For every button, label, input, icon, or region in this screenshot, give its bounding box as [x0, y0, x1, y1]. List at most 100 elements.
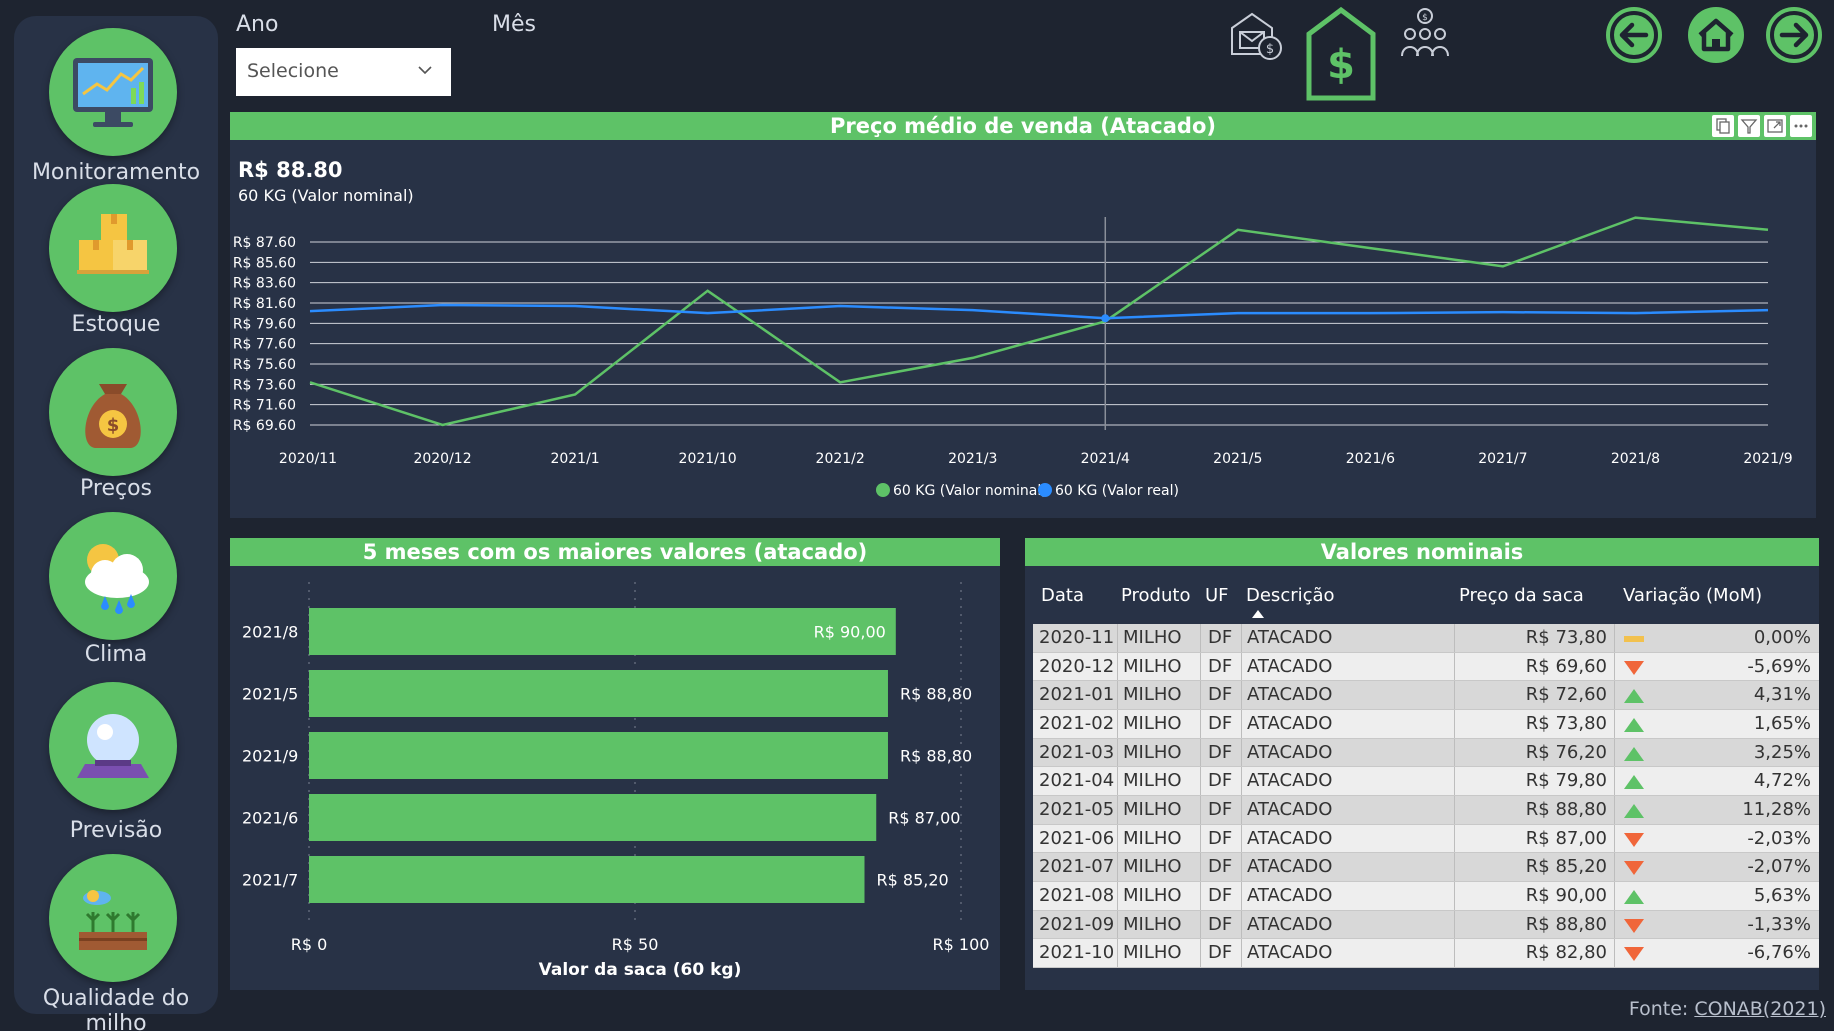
cell-preco: R$ 76,20: [1525, 741, 1607, 763]
cell-produto: MILHO: [1123, 942, 1182, 964]
ano-label: Ano: [236, 12, 279, 37]
column-separator: [1117, 652, 1118, 681]
column-separator: [1454, 795, 1455, 824]
table-row[interactable]: 2021-02 MILHO DF ATACADO R$ 73,80 1,65%: [1033, 709, 1819, 739]
table-row[interactable]: 2021-06 MILHO DF ATACADO R$ 87,00 -2,03%: [1033, 824, 1819, 854]
table-title: Valores nominais: [1025, 538, 1819, 566]
column-separator: [1614, 652, 1615, 681]
cell-uf: DF: [1208, 827, 1233, 849]
sidebar-item-label: Estoque: [71, 312, 161, 337]
column-separator: [1117, 910, 1118, 939]
column-separator: [1454, 939, 1455, 967]
trend-down-icon: [1624, 947, 1644, 962]
column-separator: [1241, 824, 1242, 853]
x-tick-label: 2021/10: [679, 451, 737, 467]
column-header-produto[interactable]: Produto: [1121, 585, 1190, 606]
x-tick-label: 2020/12: [413, 451, 471, 467]
cell-data: 2021-04: [1039, 770, 1115, 792]
column-separator: [1454, 709, 1455, 738]
legend-label: 60 KG (Valor real): [1055, 483, 1179, 499]
sidebar-item-previsao[interactable]: Previsão: [14, 682, 218, 852]
home-button[interactable]: [1688, 7, 1744, 63]
cell-variacao: 5,63%: [1753, 884, 1811, 906]
cell-preco: R$ 85,20: [1525, 856, 1607, 878]
chevron-down-icon: [418, 66, 432, 75]
column-header-variacao[interactable]: Variação (MoM): [1623, 585, 1762, 606]
sidebar: Monitoramento Estoque $ Preços Clima Pre…: [14, 16, 218, 1031]
cell-descricao: ATACADO: [1247, 627, 1333, 648]
table-row[interactable]: 2021-01 MILHO DF ATACADO R$ 72,60 4,31%: [1033, 681, 1819, 710]
table-row[interactable]: 2020-12 MILHO DF ATACADO R$ 69,60 -5,69%: [1033, 652, 1819, 682]
sidebar-item-label: Monitoramento: [31, 160, 201, 185]
sidebar-item-clima[interactable]: Clima: [14, 512, 218, 682]
column-separator: [1614, 681, 1615, 709]
column-separator: [1614, 910, 1615, 939]
sidebar-item-monitoramento[interactable]: Monitoramento: [14, 22, 218, 192]
trend-up-icon: [1624, 746, 1644, 761]
trend-down-icon: [1624, 832, 1644, 847]
column-separator: [1117, 824, 1118, 853]
source-link[interactable]: CONAB(2021): [1694, 998, 1826, 1020]
arrow-right-icon: [1770, 11, 1818, 59]
sidebar-item-estoque[interactable]: Estoque: [14, 184, 218, 354]
column-separator: [1117, 881, 1118, 910]
table-row[interactable]: 2021-09 MILHO DF ATACADO R$ 88,80 -1,33%: [1033, 910, 1819, 940]
column-header-data[interactable]: Data: [1041, 585, 1084, 606]
table-row[interactable]: 2021-10 MILHO DF ATACADO R$ 82,80 -6,76%: [1033, 939, 1819, 968]
column-header-descricao[interactable]: Descrição: [1246, 585, 1335, 606]
sidebar-item-qualidade-do-milho[interactable]: Qualidade do milho: [14, 854, 218, 1031]
trend-down-icon: [1624, 918, 1644, 933]
bar: [309, 670, 888, 717]
table-row[interactable]: 2021-03 MILHO DF ATACADO R$ 76,20 3,25%: [1033, 738, 1819, 768]
cell-descricao: ATACADO: [1247, 942, 1333, 964]
cell-uf: DF: [1208, 913, 1233, 935]
y-tick-label: R$ 83.60: [233, 276, 296, 292]
cell-uf: DF: [1208, 655, 1233, 677]
column-separator: [1241, 881, 1242, 910]
column-separator: [1200, 624, 1201, 652]
cell-data: 2021-06: [1039, 827, 1115, 849]
column-separator: [1241, 709, 1242, 738]
cell-uf: DF: [1208, 712, 1233, 734]
table-row[interactable]: 2020-11 MILHO DF ATACADO R$ 73,80 0,00%: [1033, 624, 1819, 653]
column-header-preco[interactable]: Preço da saca: [1459, 585, 1584, 606]
source-prefix: Fonte:: [1628, 998, 1695, 1020]
column-separator: [1117, 795, 1118, 824]
table-row[interactable]: 2021-05 MILHO DF ATACADO R$ 88,80 11,28%: [1033, 795, 1819, 825]
forward-button[interactable]: [1766, 7, 1822, 63]
investors-icon[interactable]: $: [1396, 6, 1454, 62]
cell-descricao: ATACADO: [1247, 741, 1333, 763]
x-tick-label: 2021/8: [1611, 451, 1660, 467]
column-separator: [1241, 853, 1242, 881]
ano-dropdown[interactable]: Selecione: [236, 48, 451, 96]
cell-variacao: 11,28%: [1742, 798, 1811, 820]
sidebar-item-precos[interactable]: $ Preços: [14, 348, 218, 518]
table-row[interactable]: 2021-07 MILHO DF ATACADO R$ 85,20 -2,07%: [1033, 853, 1819, 882]
table-row[interactable]: 2021-04 MILHO DF ATACADO R$ 79,80 4,72%: [1033, 767, 1819, 796]
column-separator: [1200, 824, 1201, 853]
cell-preco: R$ 73,80: [1525, 627, 1607, 648]
y-tick-label: R$ 71.60: [233, 398, 296, 414]
cell-variacao: -2,03%: [1747, 827, 1811, 849]
cell-preco: R$ 88,80: [1525, 913, 1607, 935]
column-separator: [1454, 824, 1455, 853]
cell-produto: MILHO: [1123, 741, 1182, 763]
table-row[interactable]: 2021-08 MILHO DF ATACADO R$ 90,00 5,63%: [1033, 881, 1819, 911]
cell-descricao: ATACADO: [1247, 684, 1333, 706]
trend-up-icon: [1624, 889, 1644, 904]
column-header-uf[interactable]: UF: [1205, 585, 1229, 606]
column-separator: [1241, 624, 1242, 652]
price-house-icon[interactable]: $: [1305, 6, 1377, 102]
warehouse-mail-icon[interactable]: $: [1226, 6, 1284, 62]
legend-marker: [1038, 483, 1052, 497]
cell-descricao: ATACADO: [1247, 856, 1333, 878]
back-button[interactable]: [1606, 7, 1662, 63]
cell-produto: MILHO: [1123, 856, 1182, 878]
cell-uf: DF: [1208, 770, 1233, 792]
x-tick-label: 2021/1: [550, 451, 599, 467]
x-tick-label: 2021/4: [1081, 451, 1130, 467]
column-separator: [1614, 738, 1615, 767]
column-separator: [1454, 910, 1455, 939]
sort-ascending-icon[interactable]: [1252, 610, 1264, 618]
column-separator: [1241, 767, 1242, 795]
